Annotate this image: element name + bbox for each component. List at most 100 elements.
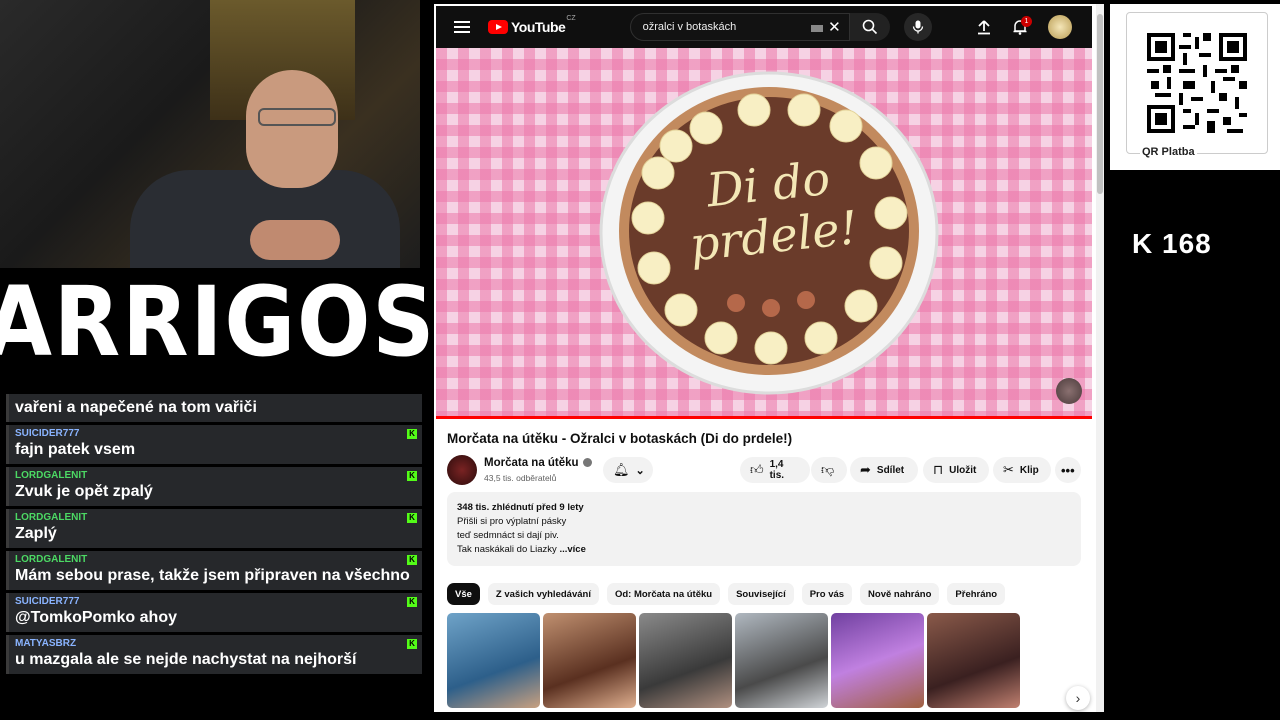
keyboard-icon[interactable]	[810, 25, 823, 32]
filter-chips: Vše Z vašich vyhledávání Od: Morčata na …	[447, 583, 1006, 607]
chat-message-text: Mám sebou prase, takže jsem připraven na…	[15, 567, 410, 584]
chat-username[interactable]: SUICIDER777	[15, 428, 416, 440]
video-description[interactable]: 348 tis. zhlédnutí před 9 lety Přišli si…	[447, 492, 1081, 566]
video-thumbnail[interactable]	[927, 613, 1020, 708]
webcam-feed	[0, 0, 420, 268]
upload-button[interactable]	[970, 13, 998, 41]
qr-label: QR Platba	[1140, 146, 1197, 158]
channel-avatar[interactable]	[447, 455, 477, 485]
voice-search-button[interactable]	[903, 13, 932, 41]
youtube-topbar: YouTube CZ ožralci v botaskách ✕ 1	[436, 6, 1092, 48]
stream-layout: ARRIGOS vařeni a napečené na tom vařiči …	[0, 0, 1280, 720]
youtube-logo-word: YouTube	[511, 19, 566, 35]
kick-badge-icon: K	[407, 639, 417, 649]
save-label: Uložit	[949, 464, 977, 476]
view-count-date: 348 tis. zhlédnutí před 9 lety	[457, 502, 584, 513]
scrollbar-thumb[interactable]	[1097, 14, 1103, 194]
qr-frame	[1126, 12, 1268, 154]
chat-username[interactable]: LORDGALENIT	[15, 554, 416, 566]
kick-badge-icon: K	[407, 597, 417, 607]
chevron-right-icon[interactable]: ›	[1066, 686, 1090, 710]
chat-message: MATYASBRZ K u mazgala ale se nejde nachy…	[6, 635, 422, 674]
cake-lettering: Di do prdele!	[687, 150, 861, 272]
video-title: Morčata na útěku - Ožralci v botaskách (…	[447, 431, 793, 446]
chat-panel: vařeni a napečené na tom vařiči SUICIDER…	[6, 394, 422, 720]
streamer-head	[246, 70, 338, 188]
chip-from-channel[interactable]: Od: Morčata na útěku	[606, 583, 721, 605]
more-icon: •••	[1061, 462, 1075, 478]
video-thumbnail[interactable]	[447, 613, 540, 708]
thumbs-up-icon: 👍︎	[750, 462, 764, 477]
share-button[interactable]: ➦ Sdílet	[850, 457, 918, 483]
clip-button[interactable]: ✂ Klip	[993, 457, 1051, 483]
chat-message-text: u mazgala ale se nejde nachystat na nejh…	[15, 651, 357, 668]
qr-payment-box: QR Platba	[1110, 4, 1280, 170]
chat-username[interactable]: LORDGALENIT	[15, 470, 416, 482]
bell-icon: 🔔︎	[613, 462, 630, 477]
video-progress-bar[interactable]	[436, 416, 1092, 419]
chat-message: vařeni a napečené na tom vařiči	[6, 394, 422, 422]
chat-username[interactable]: MATYASBRZ	[15, 638, 416, 650]
clear-search-icon[interactable]: ✕	[828, 18, 841, 36]
chat-message-text: Zaplý	[15, 525, 57, 542]
channel-row: Morčata na útěku 43,5 tis. odběratelů 🔔︎…	[447, 455, 1087, 487]
kick-badge-icon: K	[407, 513, 417, 523]
notification-count-badge: 1	[1021, 16, 1032, 27]
like-button[interactable]: 👍︎ 1,4 tis.	[740, 457, 810, 483]
video-thumbnail[interactable]	[735, 613, 828, 708]
chat-message: LORDGALENIT K Mám sebou prase, takže jse…	[6, 551, 422, 590]
chip-for-you[interactable]: Pro vás	[801, 583, 853, 605]
chip-watched[interactable]: Přehráno	[947, 583, 1006, 605]
thumbs-down-icon: 👎︎	[821, 462, 835, 477]
search-input[interactable]: ožralci v botaskách ✕	[629, 13, 850, 41]
more-actions-button[interactable]: •••	[1055, 457, 1081, 483]
chat-message-text: Zvuk je opět zpalý	[15, 483, 153, 500]
kick-badge-icon: K	[407, 471, 417, 481]
chat-username[interactable]: SUICIDER777	[15, 596, 416, 608]
logo-text: ARRIGOS	[0, 266, 437, 378]
chat-username[interactable]: LORDGALENIT	[15, 512, 416, 524]
chat-message-text: fajn patek vsem	[15, 441, 136, 458]
chip-from-searches[interactable]: Z vašich vyhledávání	[487, 583, 599, 605]
chip-recently-uploaded[interactable]: Nově nahráno	[860, 583, 940, 605]
video-thumbnail[interactable]	[831, 613, 924, 708]
region-code: CZ	[566, 15, 576, 22]
save-button[interactable]: ⊓ Uložit	[923, 457, 989, 483]
clip-label: Klip	[1019, 464, 1039, 476]
youtube-play-icon	[488, 20, 508, 34]
dislike-button[interactable]: 👎︎	[811, 457, 847, 483]
notifications-button[interactable]: 1	[1006, 13, 1034, 41]
kick-badge-icon: K	[407, 555, 417, 565]
chat-message-text: @TomkoPomko ahoy	[15, 609, 177, 626]
search-button[interactable]	[849, 13, 890, 41]
scrollbar[interactable]	[1096, 4, 1104, 712]
streamer-logo: ARRIGOS	[0, 262, 435, 382]
subscriber-count: 43,5 tis. odběratelů	[484, 473, 557, 483]
streamer-hand	[250, 220, 340, 260]
chip-all[interactable]: Vše	[447, 583, 480, 605]
video-thumbnail[interactable]	[639, 613, 732, 708]
microphone-icon	[912, 20, 923, 34]
share-label: Sdílet	[876, 464, 905, 476]
chip-related[interactable]: Související	[728, 583, 794, 605]
donation-counter: K 168	[1132, 228, 1212, 259]
youtube-logo[interactable]: YouTube CZ	[488, 15, 576, 35]
verified-icon	[582, 458, 592, 468]
video-thumbnail[interactable]	[543, 613, 636, 708]
account-avatar[interactable]	[1048, 15, 1072, 39]
subscription-bell-button[interactable]: 🔔︎ ⌄	[603, 457, 653, 483]
channel-watermark-icon[interactable]	[1056, 378, 1082, 404]
share-icon: ➦	[860, 462, 871, 477]
show-more-link[interactable]: ...více	[559, 544, 585, 555]
description-line: Tak naskákali do Liazky	[457, 544, 557, 555]
streamer-glasses	[258, 108, 336, 126]
channel-name[interactable]: Morčata na útěku	[484, 457, 592, 469]
like-count: 1,4 tis.	[769, 459, 785, 481]
description-line: teď sedmnáct si dají piv.	[457, 530, 559, 541]
upload-icon	[978, 20, 990, 35]
chat-message: LORDGALENIT K Zaplý	[6, 509, 422, 548]
menu-icon[interactable]	[454, 21, 470, 33]
video-player[interactable]: Di do prdele!	[436, 48, 1092, 418]
recommended-videos	[447, 613, 1020, 708]
bookmark-icon: ⊓	[933, 462, 944, 477]
